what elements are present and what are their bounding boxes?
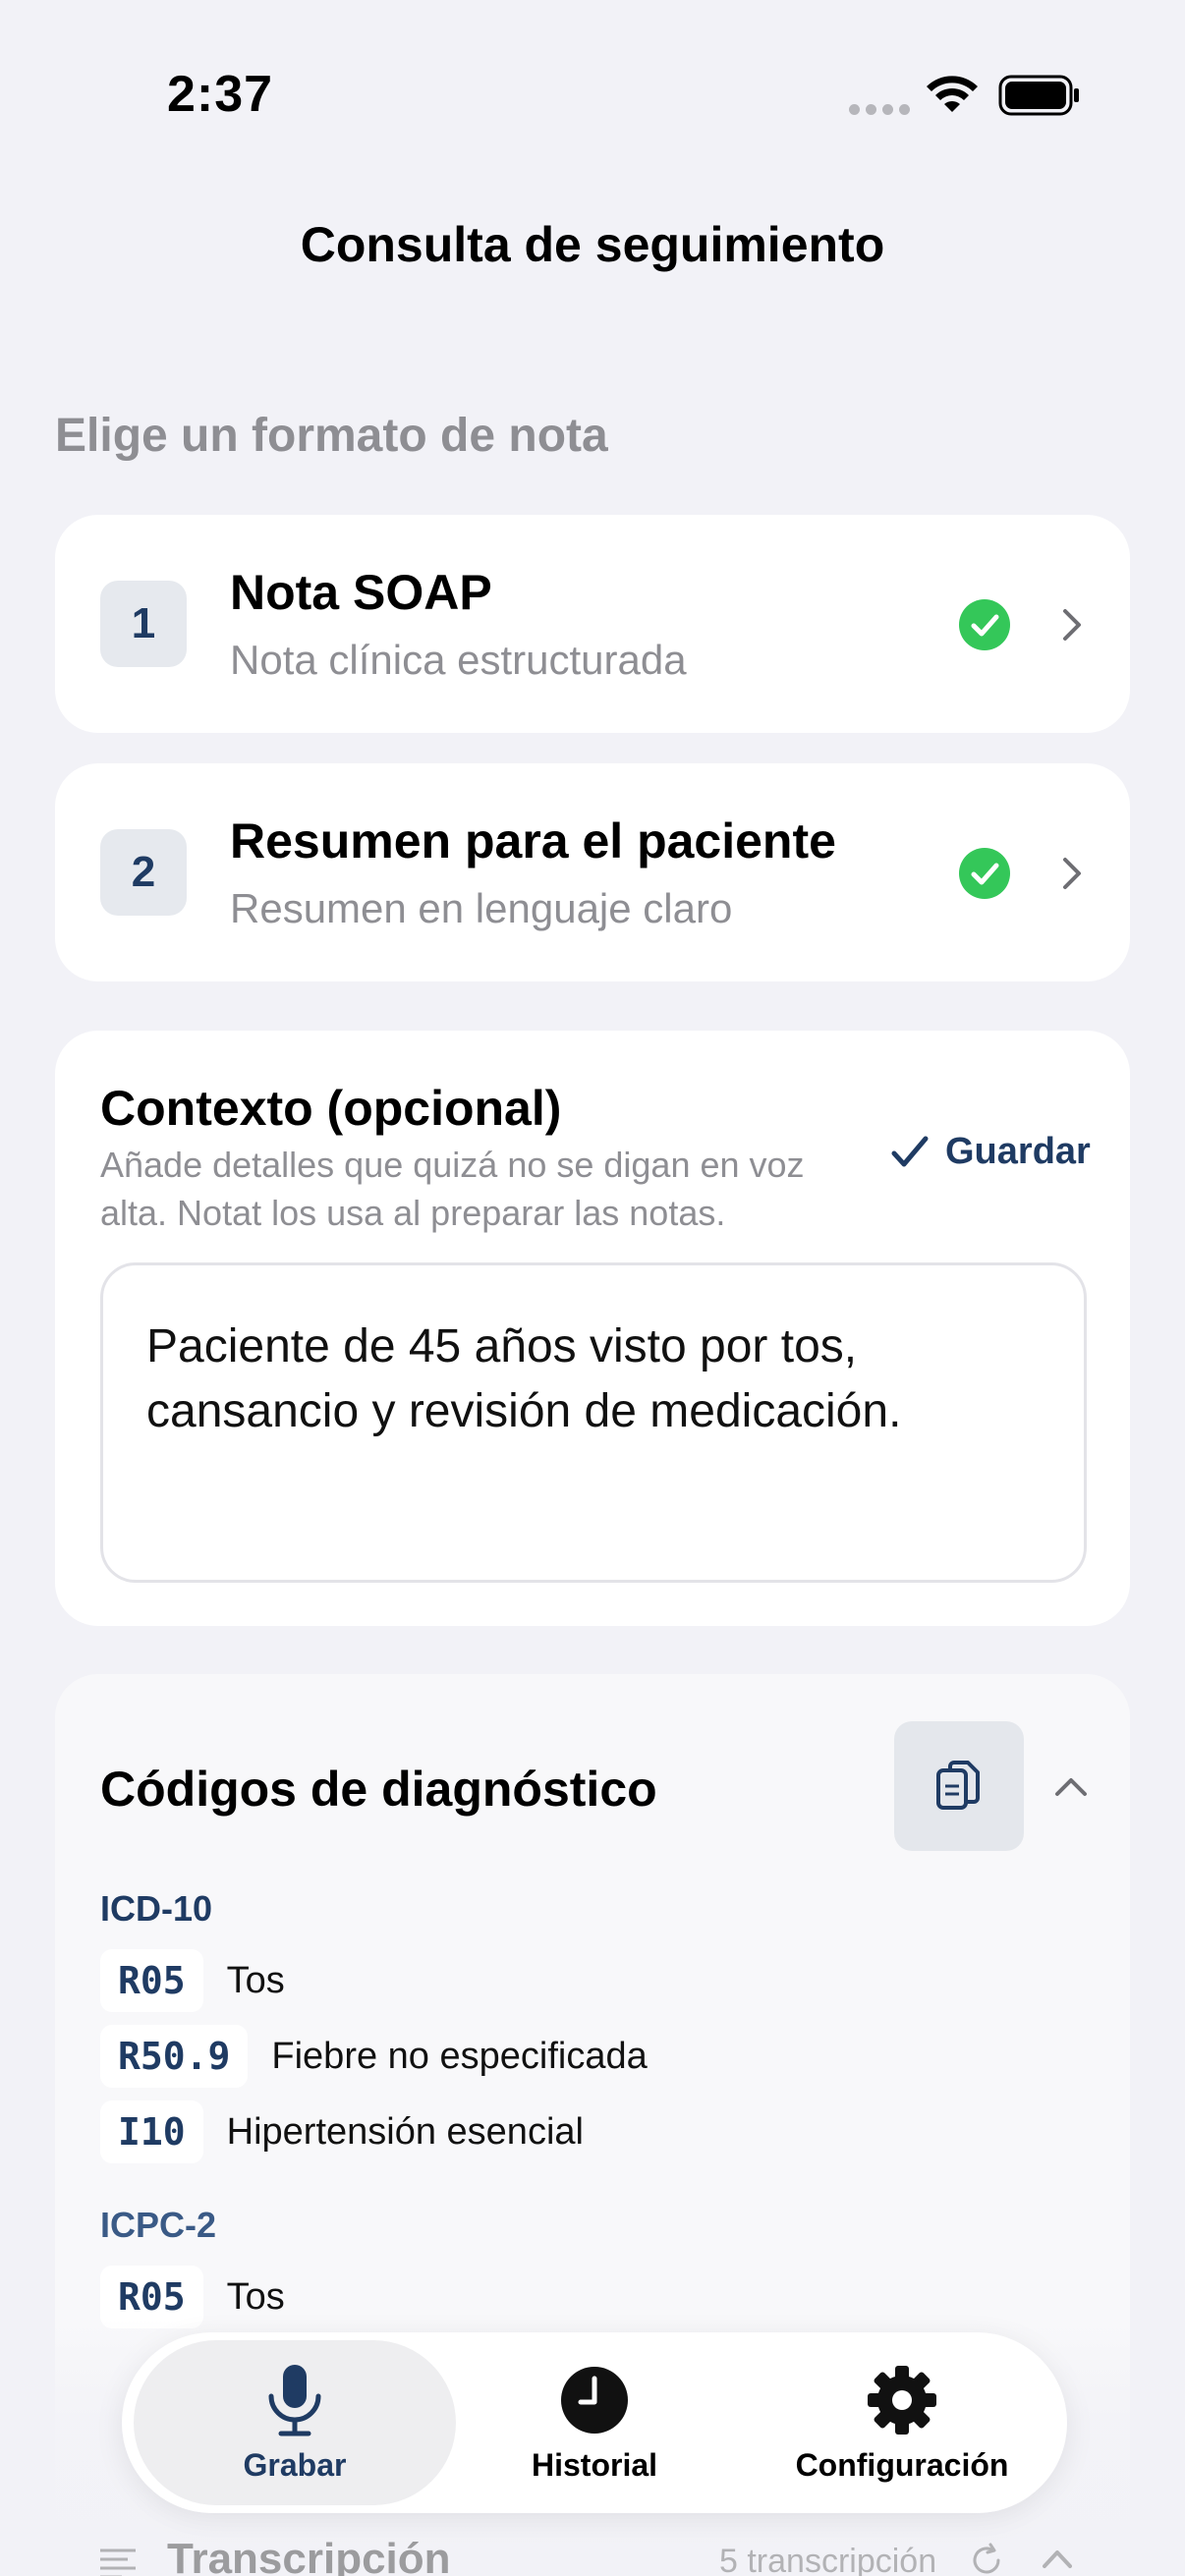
code-row: R50.9 Fiebre no especificada — [100, 2025, 648, 2088]
tab-label: Configuración — [795, 2446, 1009, 2483]
status-bar: 2:37 — [0, 0, 1185, 196]
format-subtitle: Resumen en lenguaje claro — [230, 885, 733, 931]
chevron-right-icon — [1063, 609, 1081, 641]
text-lines-icon — [100, 2548, 136, 2576]
code-row: R05 Tos — [100, 1949, 285, 2012]
code-chip: R50.9 — [100, 2025, 249, 2088]
code-description: Fiebre no especificada — [271, 2035, 648, 2077]
format-title: Nota SOAP — [230, 565, 492, 620]
save-context-button[interactable]: Guardar — [890, 1131, 1091, 1173]
tab-label: Historial — [531, 2446, 658, 2483]
transcript-count: 5 transcripción — [719, 2543, 937, 2576]
transcript-title: Transcripción — [167, 2535, 451, 2576]
code-description: Hipertensión esencial — [226, 2110, 584, 2153]
format-number-badge: 1 — [100, 581, 187, 667]
battery-icon — [998, 75, 1079, 116]
format-number-badge: 2 — [100, 829, 187, 916]
microphone-icon — [268, 2364, 321, 2436]
tab-configuracion[interactable]: Configuración — [747, 2340, 1057, 2505]
code-description: Tos — [226, 1959, 285, 2001]
transcript-section-header[interactable]: Transcripción 5 transcripción — [98, 2535, 1087, 2576]
code-row: I10 Hipertensión esencial — [100, 2100, 584, 2163]
section-label: Elige un formato de nota — [55, 410, 608, 462]
code-chip: I10 — [100, 2100, 203, 2163]
copy-icon — [936, 1761, 980, 1810]
context-description: Añade detalles que quizá no se digan en … — [100, 1145, 805, 1233]
chevron-up-icon[interactable] — [1040, 2545, 1075, 2572]
refresh-icon[interactable] — [969, 2543, 1004, 2576]
page-title: Consulta de seguimiento — [300, 217, 885, 272]
checkmark-icon — [891, 1136, 929, 1166]
code-description: Tos — [226, 2275, 285, 2318]
icd10-label: ICD-10 — [100, 1888, 213, 1929]
tab-historial[interactable]: Historial — [442, 2340, 747, 2505]
format-card-soap[interactable]: 1 Nota SOAP Nota clínica estructurada — [55, 515, 1130, 733]
check-circle-icon — [959, 599, 1010, 650]
status-time: 2:37 — [167, 66, 274, 123]
tab-label: Grabar — [243, 2446, 347, 2483]
check-circle-icon — [959, 848, 1010, 899]
clock-icon — [561, 2366, 628, 2434]
icpc2-label: ICPC-2 — [100, 2205, 217, 2245]
tab-bar: Grabar Historial Configuración — [122, 2332, 1067, 2513]
cellular-signal-icon — [849, 104, 910, 115]
gear-icon — [868, 2365, 936, 2435]
context-textarea[interactable]: Paciente de 45 años visto por tos, cansa… — [100, 1262, 1087, 1583]
save-label: Guardar — [945, 1131, 1091, 1172]
tab-grabar[interactable]: Grabar — [134, 2340, 456, 2505]
context-card: Contexto (opcional) Añade detalles que q… — [55, 1031, 1130, 1626]
context-title: Contexto (opcional) — [100, 1081, 562, 1136]
chevron-up-icon[interactable] — [1051, 1770, 1091, 1802]
copy-codes-button[interactable] — [894, 1721, 1024, 1851]
format-card-patient-summary[interactable]: 2 Resumen para el paciente Resumen en le… — [55, 763, 1130, 981]
format-title: Resumen para el paciente — [230, 813, 836, 868]
chevron-right-icon — [1063, 858, 1081, 889]
code-chip: R05 — [100, 1949, 203, 2012]
diagnosis-title: Códigos de diagnóstico — [100, 1762, 657, 1817]
wifi-icon — [927, 76, 978, 112]
format-subtitle: Nota clínica estructurada — [230, 637, 687, 683]
